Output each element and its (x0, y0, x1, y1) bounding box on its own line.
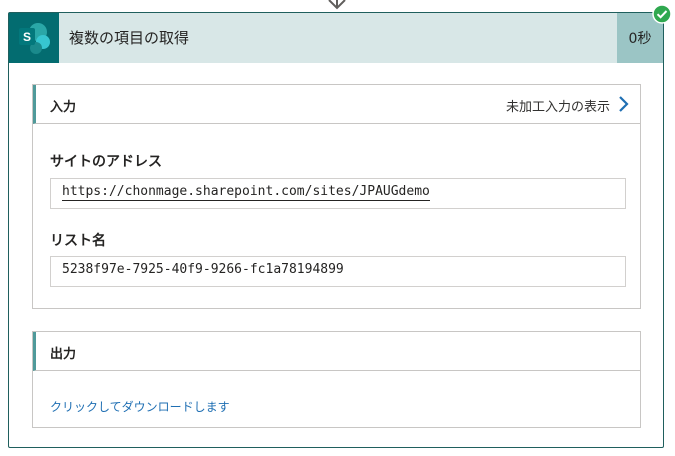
outputs-section: 出力 クリックしてダウンロードします (32, 331, 641, 428)
download-outputs-link[interactable]: クリックしてダウンロードします (50, 398, 230, 415)
chevron-right-icon[interactable] (616, 94, 630, 114)
list-name-value: 5238f97e-7925-40f9-9266-fc1a78194899 (62, 262, 344, 277)
action-card: S 複数の項目の取得 0秒 入力 未加工入力の表示 サイトのアドレス https… (8, 12, 664, 448)
inputs-section-header: 入力 未加工入力の表示 (33, 85, 640, 124)
outputs-title: 出力 (50, 347, 77, 362)
list-name-field: 5238f97e-7925-40f9-9266-fc1a78194899 (50, 256, 626, 287)
success-check-icon (652, 4, 672, 24)
inputs-title: 入力 (50, 100, 77, 115)
site-address-label: サイトのアドレス (50, 154, 162, 170)
svg-text:S: S (23, 30, 31, 44)
action-title: 複数の項目の取得 (69, 29, 190, 47)
action-header[interactable]: S 複数の項目の取得 0秒 (9, 13, 663, 63)
site-address-value: https://chonmage.sharepoint.com/sites/JP… (62, 184, 430, 201)
show-raw-inputs-link[interactable]: 未加工入力の表示 (506, 96, 610, 115)
inputs-section: 入力 未加工入力の表示 サイトのアドレス https://chonmage.sh… (32, 84, 641, 309)
site-address-field: https://chonmage.sharepoint.com/sites/JP… (50, 178, 626, 209)
outputs-section-header: 出力 (33, 332, 640, 371)
sharepoint-icon: S (9, 13, 59, 63)
connector-arrow-icon (328, 0, 346, 10)
list-name-label: リスト名 (50, 233, 106, 249)
